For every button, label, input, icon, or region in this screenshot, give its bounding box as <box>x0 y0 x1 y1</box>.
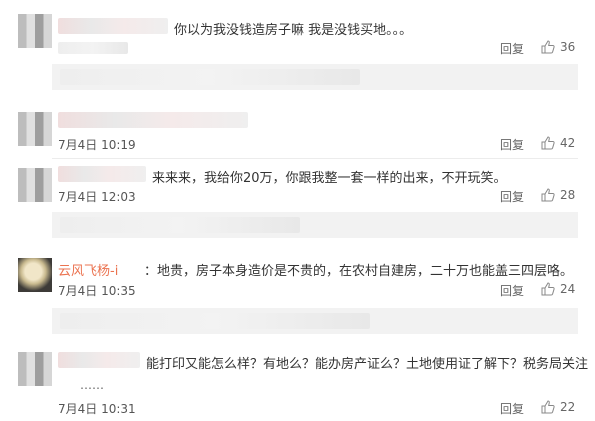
like-button[interactable]: 42 <box>541 136 575 150</box>
sub-reply-bar[interactable] <box>52 308 578 334</box>
thumbs-up-icon <box>541 40 555 54</box>
like-count: 42 <box>560 136 576 150</box>
thumbs-up-icon <box>541 136 555 150</box>
comment-item: 7月4日 10:19 回复 42 <box>0 100 595 160</box>
avatar[interactable] <box>18 168 52 202</box>
comment-item: 你以为我没钱造房子嘛 我是没钱买地。。。 回复 36 <box>0 0 595 62</box>
redacted-comment <box>58 112 248 128</box>
thumbs-up-icon <box>541 282 555 296</box>
redacted-reply <box>60 69 360 85</box>
thumbs-up-icon <box>541 400 555 414</box>
like-button[interactable]: 24 <box>541 282 575 296</box>
comment-text: 你以为我没钱造房子嘛 我是没钱买地。。。 <box>174 23 413 38</box>
like-count: 36 <box>560 40 576 54</box>
comment-text: 来来来，我给你20万，你跟我整一套一样的出来，不开玩笑。 <box>152 171 507 186</box>
comment-text: 能打印又能怎么样？有地么？能办房产证么？土地使用证了解下？税务局关注 <box>146 357 589 372</box>
reply-button[interactable]: 回复 <box>500 136 524 153</box>
timestamp: 7月4日 10:35 <box>58 284 136 298</box>
sub-reply-bar[interactable] <box>52 64 578 90</box>
avatar[interactable] <box>18 352 52 386</box>
redacted-reply <box>60 217 300 233</box>
reply-button[interactable]: 回复 <box>500 400 524 417</box>
reply-button[interactable]: 回复 <box>500 40 524 57</box>
like-button[interactable]: 22 <box>541 400 575 414</box>
reply-button[interactable]: 回复 <box>500 282 524 299</box>
redacted-timestamp <box>58 42 128 54</box>
like-count: 22 <box>560 400 576 414</box>
sub-reply-bar[interactable] <box>52 212 578 238</box>
username[interactable]: 云风飞杨-i <box>58 260 118 279</box>
comment-text: ：地贵，房子本身造价是不贵的，在农村自建房，二十万也能盖三四层咯。 <box>144 264 574 279</box>
comment-item: 云风飞杨-i ：地贵，房子本身造价是不贵的，在农村自建房，二十万也能盖三四层咯。… <box>0 248 595 300</box>
like-button[interactable]: 36 <box>541 40 575 54</box>
avatar[interactable] <box>18 14 52 48</box>
avatar[interactable] <box>18 112 52 146</box>
redacted-username <box>58 18 168 34</box>
reply-button[interactable]: 回复 <box>500 188 524 205</box>
comment-item: 来来来，我给你20万，你跟我整一套一样的出来，不开玩笑。 7月4日 12:03 … <box>0 158 595 208</box>
comment-item: 能打印又能怎么样？有地么？能办房产证么？土地使用证了解下？税务局关注 …… 7月… <box>0 342 595 421</box>
like-count: 24 <box>560 282 576 296</box>
redacted-reply <box>60 313 370 329</box>
redacted-username <box>58 166 146 182</box>
thumbs-up-icon <box>541 188 555 202</box>
ellipsis: …… <box>80 378 104 392</box>
avatar[interactable] <box>18 258 52 292</box>
redacted-username <box>58 352 140 368</box>
timestamp: 7月4日 12:03 <box>58 190 136 204</box>
like-count: 28 <box>560 188 576 202</box>
like-button[interactable]: 28 <box>541 188 575 202</box>
timestamp: 7月4日 10:31 <box>58 402 136 416</box>
timestamp: 7月4日 10:19 <box>58 138 136 152</box>
